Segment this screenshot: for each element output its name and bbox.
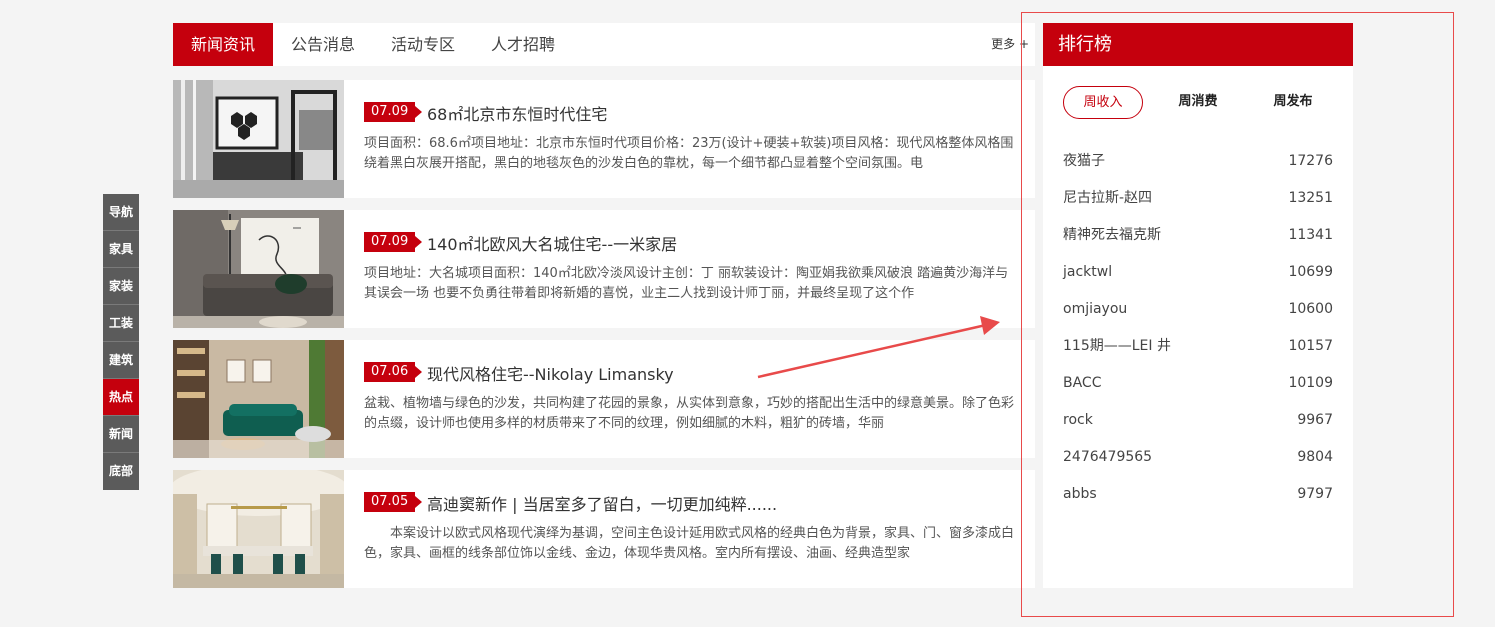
side-nav-item-home-decor[interactable]: 家装 — [103, 268, 139, 305]
side-nav-item-architecture[interactable]: 建筑 — [103, 342, 139, 379]
news-title[interactable]: 现代风格住宅--Nikolay Limansky — [427, 361, 674, 385]
user-name[interactable]: 精神死去福克斯 — [1063, 217, 1161, 254]
ranking-row[interactable]: abbs 9797 — [1063, 476, 1333, 513]
user-name[interactable]: BACC — [1063, 365, 1102, 402]
tab-events[interactable]: 活动专区 — [373, 23, 473, 66]
score: 10699 — [1288, 264, 1333, 280]
ranking-row[interactable]: 精神死去福克斯 11341 — [1063, 217, 1333, 254]
user-name[interactable]: jacktwl — [1063, 254, 1112, 291]
score: 17276 — [1288, 153, 1333, 169]
side-nav-item-news[interactable]: 新闻 — [103, 416, 139, 453]
user-name[interactable]: 115期——LEI 井 — [1063, 328, 1171, 365]
score: 10109 — [1288, 375, 1333, 391]
user-name[interactable]: omjiayou — [1063, 291, 1127, 328]
score: 9804 — [1297, 449, 1333, 465]
news-item[interactable]: 07.09 140㎡北欧风大名城住宅--一米家居 项目地址：大名城项目面积：14… — [173, 210, 1035, 328]
news-item[interactable]: 07.09 68㎡北京市东恒时代住宅 项目面积：68.6㎡项目地址：北京市东恒时… — [173, 80, 1035, 198]
score: 9967 — [1297, 412, 1333, 428]
ranking-row[interactable]: 夜猫子 17276 — [1063, 143, 1333, 180]
news-title[interactable]: 68㎡北京市东恒时代住宅 — [427, 101, 607, 125]
news-description: 项目面积：68.6㎡项目地址：北京市东恒时代项目价格：23万(设计+硬装+软装)… — [364, 136, 1014, 171]
user-name[interactable]: abbs — [1063, 476, 1097, 513]
user-name[interactable]: 2476479565 — [1063, 439, 1152, 476]
ranking-list: 夜猫子 17276 尼古拉斯-赵四 13251 精神死去福克斯 11341 jackt… — [1063, 143, 1333, 513]
tab-announcements[interactable]: 公告消息 — [273, 23, 373, 66]
news-description: 项目地址：大名城项目面积：140㎡北欧冷淡风设计主创：丁 丽软装设计：陶亚娟我欲… — [364, 266, 1009, 301]
score: 10157 — [1288, 338, 1333, 354]
score: 11341 — [1288, 227, 1333, 243]
news-description: 本案设计以欧式风格现代演绎为基调，空间主色设计延用欧式风格的经典白色为背景，家具… — [364, 526, 1014, 561]
news-title[interactable]: 高迪窦新作 | 当居室多了留白，一切更加纯粹...... — [427, 491, 777, 515]
news-thumbnail[interactable] — [173, 80, 344, 198]
news-thumbnail[interactable] — [173, 340, 344, 458]
ranking-title: 排行榜 — [1043, 23, 1353, 66]
news-item[interactable]: 07.05 高迪窦新作 | 当居室多了留白，一切更加纯粹...... 本案设计以… — [173, 470, 1035, 588]
annotation-arrow-icon — [757, 316, 1000, 379]
ranking-row[interactable]: BACC 10109 — [1063, 365, 1333, 402]
ranking-row[interactable]: rock 9967 — [1063, 402, 1333, 439]
user-name[interactable]: 夜猫子 — [1063, 143, 1105, 180]
tab-weekly-income[interactable]: 周收入 — [1063, 86, 1143, 119]
ranking-row[interactable]: 2476479565 9804 — [1063, 439, 1333, 476]
user-name[interactable]: rock — [1063, 402, 1093, 439]
news-date: 07.09 — [364, 102, 423, 122]
side-nav-item-commercial[interactable]: 工装 — [103, 305, 139, 342]
news-description: 盆栽、植物墙与绿色的沙发，共同构建了花园的景象，从实体到意象，巧妙的搭配出生活中… — [364, 396, 1014, 431]
news-section: 新闻资讯 公告消息 活动专区 人才招聘 更多 + 07.09 68㎡北京市东恒时… — [173, 23, 1035, 588]
news-thumbnail[interactable] — [173, 470, 344, 588]
tab-careers[interactable]: 人才招聘 — [473, 23, 573, 66]
side-nav-item-bottom[interactable]: 底部 — [103, 453, 139, 490]
side-nav-item-furniture[interactable]: 家具 — [103, 231, 139, 268]
tab-weekly-spending[interactable]: 周消费 — [1158, 86, 1238, 119]
ranking-row[interactable]: 115期——LEI 井 10157 — [1063, 328, 1333, 365]
news-date: 07.09 — [364, 232, 423, 252]
ranking-row[interactable]: jacktwl 10699 — [1063, 254, 1333, 291]
user-name[interactable]: 尼古拉斯-赵四 — [1063, 180, 1152, 217]
ranking-tabs: 周收入 周消费 周发布 — [1063, 86, 1333, 119]
side-float-nav: 导航 家具 家装 工装 建筑 热点 新闻 底部 — [103, 194, 139, 490]
tab-news[interactable]: 新闻资讯 — [173, 23, 274, 66]
score: 10600 — [1288, 301, 1333, 317]
news-title[interactable]: 140㎡北欧风大名城住宅--一米家居 — [427, 231, 677, 255]
ranking-row[interactable]: omjiayou 10600 — [1063, 291, 1333, 328]
news-date: 07.05 — [364, 492, 423, 512]
news-date: 07.06 — [364, 362, 423, 382]
side-nav-item-nav[interactable]: 导航 — [103, 194, 139, 231]
news-thumbnail[interactable] — [173, 210, 344, 328]
ranking-row[interactable]: 尼古拉斯-赵四 13251 — [1063, 180, 1333, 217]
score: 13251 — [1288, 190, 1333, 206]
ranking-panel: 排行榜 周收入 周消费 周发布 夜猫子 17276 尼古拉斯-赵四 13251 精神… — [1043, 23, 1353, 588]
side-nav-item-hot[interactable]: 热点 — [103, 379, 139, 416]
news-tabs: 新闻资讯 公告消息 活动专区 人才招聘 更多 + — [173, 23, 1035, 66]
tab-weekly-posts[interactable]: 周发布 — [1253, 86, 1333, 119]
score: 9797 — [1297, 486, 1333, 502]
